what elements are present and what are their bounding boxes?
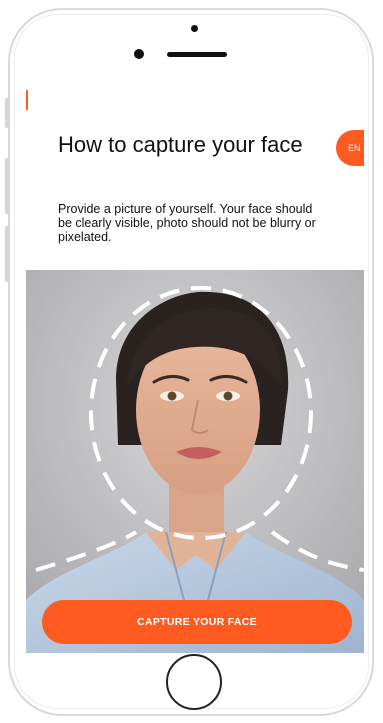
iris-right <box>223 391 233 401</box>
volume-up-button <box>5 158 9 214</box>
app-screen: How to capture your face Provide a pictu… <box>26 88 364 653</box>
scroll-indicator <box>26 90 28 110</box>
capture-face-button[interactable]: CAPTURE YOUR FACE <box>42 600 352 644</box>
mute-switch <box>5 98 9 128</box>
language-switcher[interactable]: EN <box>336 130 364 166</box>
volume-down-button <box>5 226 9 282</box>
iris-left <box>167 391 177 401</box>
front-camera <box>134 49 144 59</box>
home-button[interactable] <box>166 654 222 710</box>
page-title: How to capture your face <box>58 132 303 157</box>
app-mockup: How to capture your face Provide a pictu… <box>0 0 383 723</box>
earpiece-speaker <box>167 52 227 57</box>
instructions-text: Provide a picture of yourself. Your face… <box>58 202 316 244</box>
face-photo <box>26 270 364 653</box>
proximity-sensor <box>191 25 198 32</box>
